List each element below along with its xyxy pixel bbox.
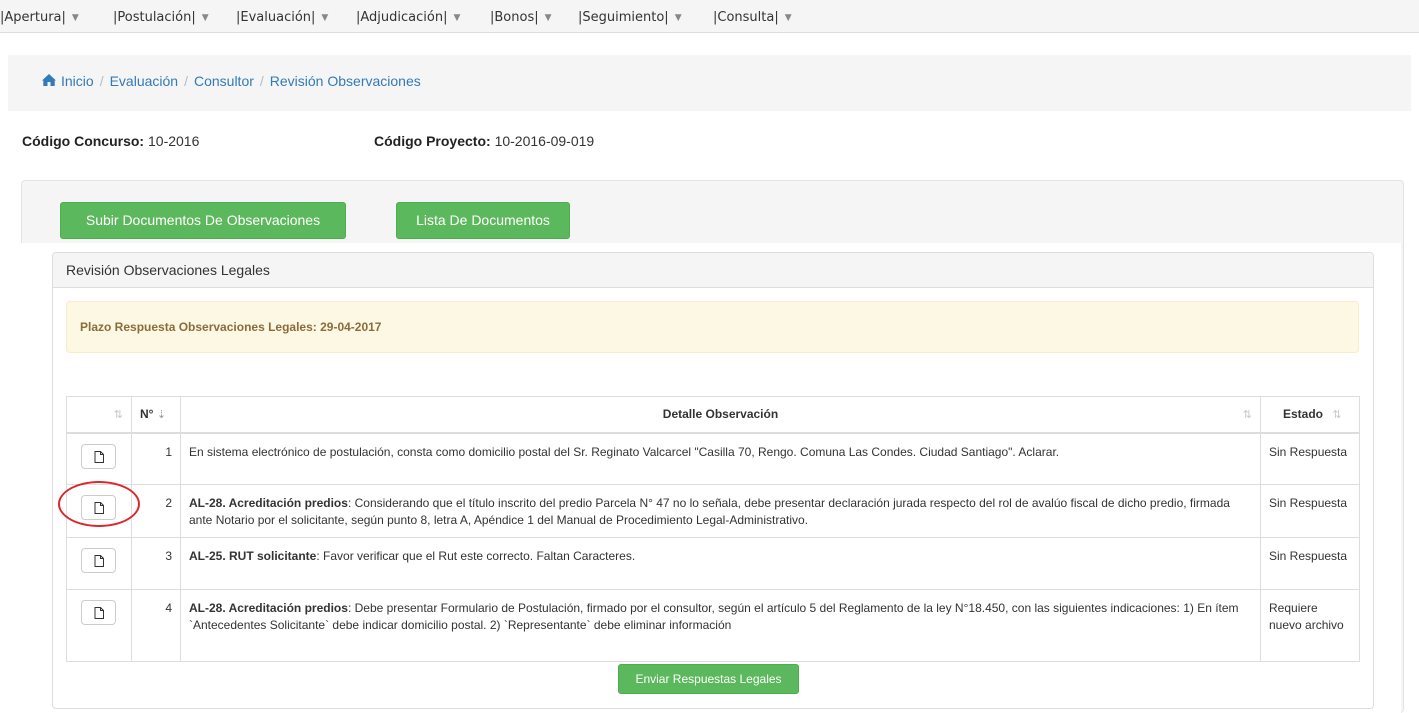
top-menu-bar: |Apertura| ▼ |Postulación| ▼ |Evaluación| ▼… — [0, 0, 1419, 33]
lista-documentos-button[interactable]: Lista De Documentos — [396, 202, 570, 239]
table-row: 4 AL-28. Acreditación predios: Debe pres… — [66, 589, 1360, 662]
caret-down-icon: ▼ — [784, 13, 792, 23]
menu-postulacion[interactable]: |Postulación| ▼ — [113, 10, 209, 25]
observaciones-table: ⇅ N° ⇣ Detalle Observación ⇅ Estado ⇅ 1 E… — [66, 396, 1360, 662]
row-action-cell — [66, 589, 132, 662]
row-action-cell — [66, 484, 132, 538]
file-button[interactable] — [81, 443, 116, 469]
file-icon — [94, 607, 104, 619]
menu-bonos[interactable]: |Bonos| ▼ — [490, 10, 552, 25]
file-button[interactable] — [81, 548, 116, 573]
breadcrumb-home[interactable]: Inicio — [41, 73, 94, 89]
row-estado: Sin Respuesta — [1260, 537, 1360, 590]
table-row: 3 AL-25. RUT solicitante: Favor verifica… — [66, 537, 1360, 590]
file-icon — [94, 450, 104, 463]
caret-down-icon: ▼ — [544, 13, 552, 23]
column-header-estado[interactable]: Estado ⇅ — [1260, 396, 1360, 434]
column-header-action[interactable]: ⇅ — [66, 396, 132, 434]
row-estado: Requiere nuevo archivo — [1260, 589, 1360, 662]
breadcrumb-current[interactable]: Revisión Observaciones — [270, 73, 421, 89]
menu-consulta[interactable]: |Consulta| ▼ — [713, 10, 792, 25]
breadcrumb-separator: / — [259, 73, 264, 89]
panel-title: Revisión Observaciones Legales — [53, 253, 1373, 288]
row-num: 2 — [131, 484, 181, 538]
sort-icon: ⇅ — [113, 409, 123, 422]
caret-down-icon: ▼ — [201, 13, 209, 23]
codigo-proyecto: Código Proyecto: 10-2016-09-019 — [374, 133, 595, 149]
file-icon — [94, 555, 104, 567]
sort-icon: ⇅ — [1242, 409, 1252, 421]
row-detalle: AL-28. Acreditación predios: Debe presen… — [180, 589, 1261, 662]
plazo-alert: Plazo Respuesta Observaciones Legales: 2… — [66, 301, 1359, 353]
breadcrumb-separator: / — [99, 73, 104, 89]
subir-documentos-button[interactable]: Subir Documentos De Observaciones — [60, 202, 346, 239]
row-estado: Sin Respuesta — [1260, 484, 1360, 538]
caret-down-icon: ▼ — [321, 13, 329, 23]
menu-apertura[interactable]: |Apertura| ▼ — [0, 10, 79, 25]
breadcrumb-separator: / — [184, 73, 188, 89]
menu-evaluacion[interactable]: |Evaluación| ▼ — [236, 10, 328, 25]
column-header-num[interactable]: N° ⇣ — [131, 396, 181, 434]
table-row: 1 En sistema electrónico de postulación,… — [66, 432, 1360, 485]
file-button[interactable] — [81, 495, 116, 520]
row-num: 3 — [131, 537, 181, 590]
table-row: 2 AL-28. Acreditación predios: Considera… — [66, 484, 1360, 538]
codigo-concurso: Código Concurso: 10-2016 — [22, 133, 200, 149]
row-detalle: AL-25. RUT solicitante: Favor verificar … — [180, 537, 1261, 590]
row-action-cell — [66, 537, 132, 590]
breadcrumb-consultor[interactable]: Consultor — [194, 73, 254, 89]
file-icon — [94, 502, 104, 514]
caret-down-icon: ▼ — [674, 13, 682, 23]
column-header-detalle[interactable]: Detalle Observación ⇅ — [180, 396, 1261, 434]
home-icon — [42, 74, 56, 86]
breadcrumb-evaluacion[interactable]: Evaluación — [110, 73, 179, 89]
menu-adjudicacion[interactable]: |Adjudicación| ▼ — [356, 10, 460, 25]
row-num: 1 — [131, 432, 181, 485]
row-detalle: AL-28. Acreditación predios: Considerand… — [180, 484, 1261, 538]
sort-icon: ⇅ — [1332, 409, 1342, 422]
table-header-row: ⇅ N° ⇣ Detalle Observación ⇅ Estado ⇅ — [66, 396, 1360, 434]
row-num: 4 — [131, 589, 181, 662]
file-button[interactable] — [81, 600, 116, 625]
caret-down-icon: ▼ — [453, 13, 461, 23]
menu-seguimiento[interactable]: |Seguimiento| ▼ — [578, 10, 682, 25]
breadcrumb: Inicio / Evaluación / Consultor / Revisión Obs… — [8, 55, 1411, 111]
row-detalle: En sistema electrónico de postulación, c… — [180, 432, 1261, 485]
sort-asc-icon: ⇣ — [156, 409, 167, 422]
caret-down-icon: ▼ — [71, 13, 79, 23]
row-estado: Sin Respuesta — [1260, 432, 1360, 485]
enviar-respuestas-button[interactable]: Enviar Respuestas Legales — [618, 664, 799, 694]
row-action-cell — [66, 432, 132, 485]
